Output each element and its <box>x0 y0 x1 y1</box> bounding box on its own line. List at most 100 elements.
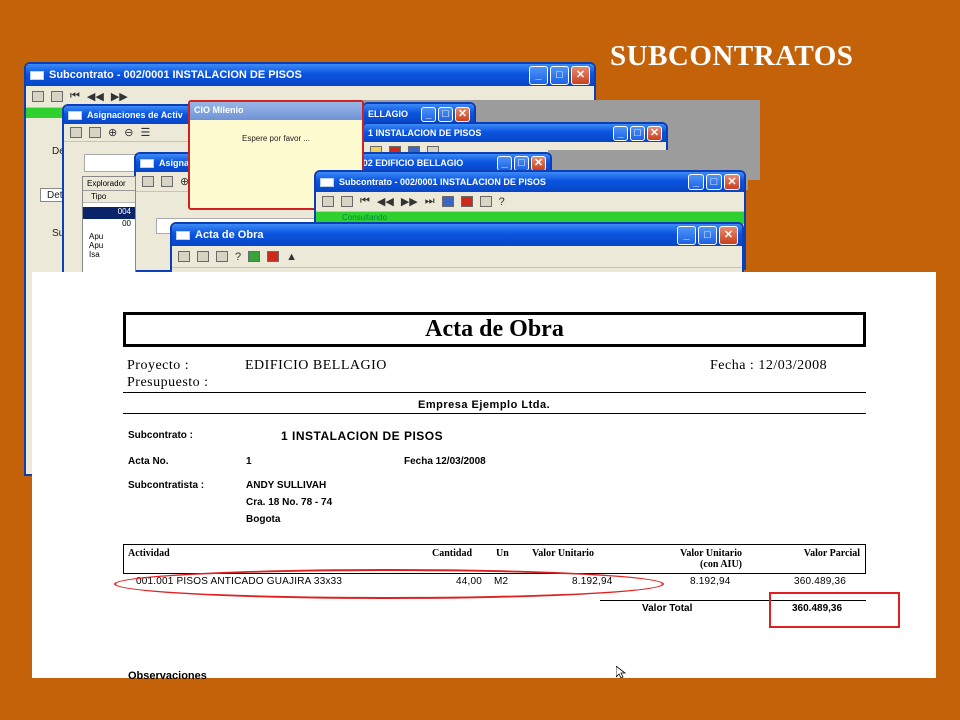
export-icon[interactable] <box>216 251 228 262</box>
window-title: ELLAGIO <box>368 109 408 119</box>
valor-total-label: Valor Total <box>642 603 693 614</box>
new-icon[interactable] <box>322 196 334 207</box>
new-icon[interactable] <box>142 176 154 187</box>
divider <box>123 413 866 414</box>
window-title: Acta de Obra <box>195 229 264 241</box>
row-valor-parcial: 360.489,36 <box>794 576 847 587</box>
window-title: 1 INSTALACION DE PISOS <box>368 128 482 138</box>
report-document: Acta de Obra Proyecto : EDIFICIO BELLAGI… <box>32 272 936 682</box>
proyecto-value: EDIFICIO BELLAGIO <box>245 358 387 373</box>
highlight-oval <box>114 569 664 599</box>
tab-label: Det <box>47 190 63 201</box>
titlebar[interactable]: Acta de Obra _ □ ✕ <box>172 224 742 246</box>
minimize-button[interactable]: _ <box>497 155 512 171</box>
chart-icon[interactable] <box>441 196 454 207</box>
close-button[interactable]: ✕ <box>455 106 470 122</box>
observaciones-label: Observaciones <box>128 670 207 682</box>
minimize-button[interactable]: _ <box>529 65 548 85</box>
doc-icon[interactable] <box>479 196 492 207</box>
new-icon[interactable] <box>32 91 44 102</box>
col-valor-aiu-1: Valor Unitario <box>680 548 742 559</box>
titlebar[interactable]: Subcontrato - 002/0001 INSTALACION DE PI… <box>26 64 594 86</box>
nav-last-icon[interactable]: ⏭ <box>425 195 435 208</box>
close-button[interactable]: ✕ <box>571 65 590 85</box>
nav-prev-icon[interactable]: ◀◀ <box>377 195 394 208</box>
zoom-in-icon[interactable]: ⊕ <box>108 126 117 139</box>
window-title: Subcontrato - 002/0001 INSTALACION DE PI… <box>339 177 546 187</box>
col-cantidad: Cantidad <box>432 548 473 559</box>
col-actividad: Actividad <box>128 548 170 559</box>
minimize-button[interactable]: _ <box>613 125 628 141</box>
tree-red-icon[interactable] <box>267 251 280 262</box>
minimize-button[interactable]: _ <box>677 225 696 245</box>
print-icon[interactable] <box>89 127 101 138</box>
subcontrato-label: Subcontrato : <box>128 430 193 441</box>
window-icon <box>176 230 190 240</box>
tree-icon[interactable] <box>248 251 261 262</box>
maximize-button[interactable]: □ <box>698 225 717 245</box>
divider <box>123 392 866 393</box>
explorer-panel[interactable]: Explorador Tipo 004 00 Apu Apu Isa <box>82 176 136 276</box>
subcontratista-name: ANDY SULLIVAH <box>246 480 327 491</box>
window-icon <box>30 70 44 80</box>
acta-de-obra-window[interactable]: Acta de Obra _ □ ✕ ? ▲ <box>170 222 744 278</box>
tipo-row[interactable]: Isa <box>83 250 135 259</box>
col-un: Un <box>496 548 509 559</box>
maximize-button[interactable]: □ <box>706 174 722 190</box>
toolbar: ⏮ ◀◀ ▶▶ ⏭ ? <box>316 192 744 212</box>
window-icon <box>320 177 334 187</box>
nav-first-icon[interactable]: ⏮ <box>360 195 370 208</box>
tipo-header: Tipo <box>83 191 135 203</box>
nav-first-icon[interactable]: ⏮ <box>70 90 80 103</box>
nav-next-icon[interactable]: ▶▶ <box>401 195 418 208</box>
new-icon[interactable] <box>70 127 82 138</box>
print-icon[interactable] <box>197 251 209 262</box>
maximize-button[interactable]: □ <box>514 155 529 171</box>
slide-title: SUBCONTRATOS <box>610 40 854 72</box>
print-icon[interactable] <box>161 176 173 187</box>
titlebar[interactable]: ELLAGIO _ □ ✕ <box>364 104 474 124</box>
cap-icon[interactable]: ▲ <box>286 251 297 263</box>
selected-code[interactable]: 004 <box>83 207 135 219</box>
titlebar[interactable]: Subcontrato - 002/0001 INSTALACION DE PI… <box>316 172 744 192</box>
maximize-button[interactable]: □ <box>630 125 645 141</box>
tipo-row[interactable]: Apu <box>83 232 135 241</box>
nav-next-icon[interactable]: ▶▶ <box>111 90 128 103</box>
mouse-cursor-icon <box>616 666 627 678</box>
zoom-out-icon[interactable]: ⊖ <box>124 126 133 139</box>
minimize-button[interactable]: _ <box>688 174 704 190</box>
nav-prev-icon[interactable]: ◀◀ <box>87 90 104 103</box>
subcontratista-address: Cra. 18 No. 78 - 74 <box>246 497 333 508</box>
col-valor-aiu-2: (con AIU) <box>700 559 742 570</box>
maximize-button[interactable]: □ <box>438 106 453 122</box>
minimize-button[interactable]: _ <box>421 106 436 122</box>
tipo-row[interactable]: Apu <box>83 241 135 250</box>
subcontratista-label: Subcontratista : <box>128 480 205 491</box>
close-button[interactable]: ✕ <box>724 174 740 190</box>
new-icon[interactable] <box>178 251 190 262</box>
toolbar: ? ▲ <box>172 246 742 268</box>
close-button[interactable]: ✕ <box>719 225 738 245</box>
explorer-tab[interactable]: Explorador <box>83 177 135 191</box>
maximize-button[interactable]: □ <box>550 65 569 85</box>
presupuesto-label: Presupuesto : <box>127 375 209 390</box>
print-icon[interactable] <box>51 91 63 102</box>
proyecto-label: Proyecto : <box>127 358 190 373</box>
help-icon[interactable]: ? <box>235 251 241 263</box>
list-icon[interactable]: ☰ <box>140 126 150 139</box>
print-icon[interactable] <box>341 196 353 207</box>
window-icon <box>140 158 154 168</box>
report-title: Acta de Obra <box>123 312 866 347</box>
empresa: Empresa Ejemplo Ltda. <box>418 399 551 411</box>
code-cell: 00 <box>122 219 131 228</box>
acta-label: Acta No. <box>128 456 169 467</box>
close-button[interactable]: ✕ <box>531 155 546 171</box>
col-valor-parcial: Valor Parcial <box>803 548 860 559</box>
titlebar[interactable]: 1 INSTALACION DE PISOS _ □ ✕ <box>364 124 666 142</box>
close-button[interactable]: ✕ <box>647 125 662 141</box>
window-icon <box>68 110 82 120</box>
acta-value: 1 <box>246 456 252 467</box>
sum-icon[interactable] <box>460 196 473 207</box>
fecha2: Fecha 12/03/2008 <box>404 456 486 467</box>
help-icon[interactable]: ? <box>499 196 505 208</box>
